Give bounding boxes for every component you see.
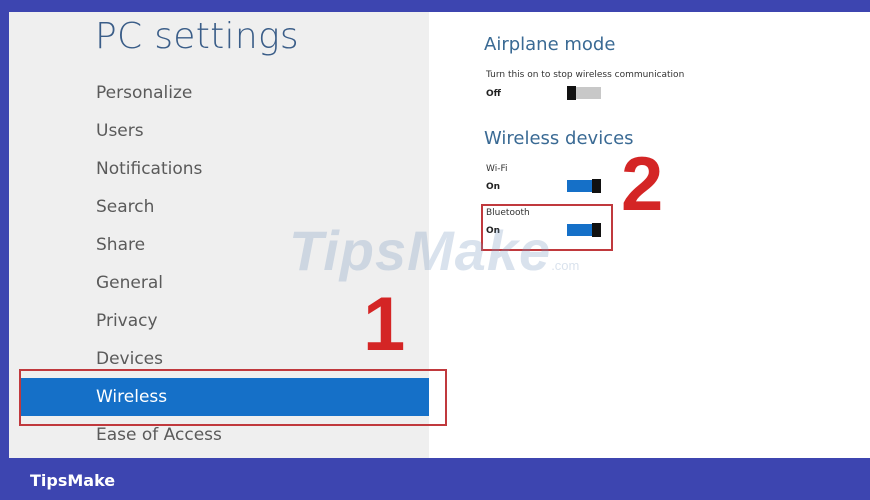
airplane-mode-state: Off: [486, 89, 501, 99]
watermark-suffix: .com: [551, 258, 580, 273]
annotation-box-wireless: [19, 369, 447, 426]
toggle-knob: [592, 179, 601, 193]
airplane-mode-title: Airplane mode: [484, 34, 616, 55]
footer-brand: TipsMake: [30, 471, 116, 490]
nav-item-users[interactable]: Users: [96, 119, 144, 143]
nav-item-search[interactable]: Search: [96, 195, 154, 219]
annotation-number-1: 1: [363, 282, 406, 367]
airplane-mode-description: Turn this on to stop wireless communicat…: [486, 70, 685, 80]
airplane-mode-toggle[interactable]: [567, 86, 601, 100]
nav-item-notifications[interactable]: Notifications: [96, 157, 202, 181]
nav-item-general[interactable]: General: [96, 271, 163, 295]
nav-item-share[interactable]: Share: [96, 233, 145, 257]
wireless-devices-title: Wireless devices: [484, 128, 634, 149]
watermark-text: TipsMake: [289, 219, 552, 282]
nav-item-ease-of-access[interactable]: Ease of Access: [96, 423, 222, 447]
nav-item-devices[interactable]: Devices: [96, 347, 163, 371]
settings-screen: PC settings Personalize Users Notificati…: [9, 12, 870, 458]
wifi-state: On: [486, 182, 501, 192]
watermark-logo: TipsMake.com: [289, 218, 579, 283]
toggle-knob: [567, 86, 576, 100]
wifi-label: Wi-Fi: [486, 164, 508, 174]
nav-item-personalize[interactable]: Personalize: [96, 81, 192, 105]
nav-item-privacy[interactable]: Privacy: [96, 309, 158, 333]
page-title: PC settings: [95, 16, 299, 57]
wifi-toggle[interactable]: [567, 179, 601, 193]
annotation-number-2: 2: [621, 142, 664, 227]
